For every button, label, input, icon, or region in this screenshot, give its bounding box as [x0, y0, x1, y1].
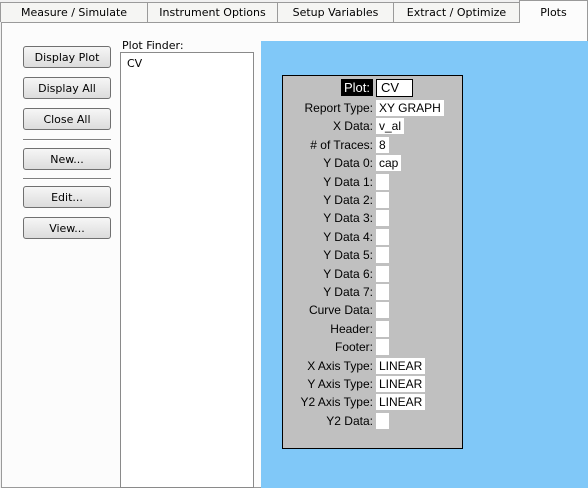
plot-name-label: Plot: — [340, 79, 373, 96]
parameter-value-field[interactable]: LINEAR — [376, 357, 426, 374]
parameter-value-field[interactable]: cap — [376, 155, 402, 172]
parameter-value-field[interactable] — [376, 210, 389, 227]
parameter-value-field[interactable]: v_al — [376, 118, 405, 135]
parameter-row: Y Data 5: — [283, 246, 464, 264]
parameter-value-field[interactable] — [376, 320, 389, 337]
parameter-row: Y Data 6: — [283, 265, 464, 283]
parameter-row: Curve Data: — [283, 301, 464, 319]
parameter-row: Y Data 0: cap — [283, 154, 464, 172]
parameter-value-field[interactable]: XY GRAPH — [376, 100, 444, 116]
parameter-label: Y2 Axis Type: — [300, 395, 374, 410]
tab-bar: Measure / Simulate Instrument Options Se… — [0, 0, 588, 23]
tab-setup-variables[interactable]: Setup Variables — [277, 2, 394, 22]
parameter-row: Y Data 1: — [283, 173, 464, 191]
parameter-row: Header: — [283, 320, 464, 338]
parameter-label: Y Data 1: — [323, 174, 373, 189]
new-plot-button[interactable]: New... — [23, 148, 111, 170]
close-all-button[interactable]: Close All — [23, 108, 111, 130]
parameter-row: Y2 Axis Type: LINEAR — [283, 393, 464, 411]
parameter-label: Y Data 5: — [323, 248, 373, 263]
parameter-value-field[interactable]: LINEAR — [376, 394, 426, 411]
parameter-label: X Data: — [332, 119, 373, 134]
plot-finder-label: Plot Finder: — [122, 39, 184, 52]
parameter-row: Footer: — [283, 338, 464, 356]
parameter-label: Y Data 4: — [323, 229, 373, 244]
parameter-label: Y Axis Type: — [307, 377, 373, 391]
parameter-label: Y Data 7: — [323, 285, 373, 299]
parameter-label: Header: — [330, 321, 373, 336]
parameter-value-field[interactable] — [376, 228, 389, 245]
button-separator — [23, 178, 111, 180]
parameter-value-field[interactable]: 8 — [376, 136, 389, 153]
display-plot-button[interactable]: Display Plot — [23, 46, 111, 68]
parameter-row: X Data: v_al — [283, 117, 464, 135]
view-plot-button[interactable]: View... — [23, 217, 111, 239]
display-all-button[interactable]: Display All — [23, 77, 111, 99]
parameter-label: Y Data 0: — [323, 156, 373, 171]
parameter-row: Y2 Data: — [283, 412, 464, 430]
plot-finder-item[interactable]: CV — [127, 57, 142, 70]
parameter-label: Report Type: — [304, 101, 373, 115]
parameter-label: Y Data 2: — [323, 193, 373, 207]
parameter-value-field[interactable] — [376, 265, 389, 282]
parameter-row: # of Traces: 8 — [283, 136, 464, 154]
tab-plots[interactable]: Plots — [519, 0, 588, 23]
parameter-row: Report Type: XY GRAPH — [283, 99, 464, 117]
parameter-row: Y Data 2: — [283, 191, 464, 209]
parameter-value-field[interactable] — [376, 284, 389, 300]
parameter-value-field[interactable] — [376, 173, 389, 190]
parameter-value-field[interactable] — [376, 339, 389, 356]
parameter-value-field[interactable] — [376, 412, 389, 429]
parameter-label: Y2 Data: — [326, 413, 373, 428]
parameter-value-field[interactable] — [376, 302, 389, 319]
tab-extract-optimize[interactable]: Extract / Optimize — [393, 2, 520, 22]
plot-name-field[interactable]: CV — [376, 79, 413, 97]
button-separator — [23, 139, 111, 141]
parameter-label: Y Data 3: — [323, 211, 373, 226]
parameter-label: # of Traces: — [310, 137, 373, 152]
parameter-row: X Axis Type: LINEAR — [283, 357, 464, 375]
tab-measure-simulate[interactable]: Measure / Simulate — [0, 2, 148, 22]
tab-instrument-options[interactable]: Instrument Options — [147, 2, 278, 22]
parameter-row: Y Data 4: — [283, 228, 464, 246]
parameter-row: Y Data 3: — [283, 209, 464, 227]
parameter-label: Footer: — [334, 340, 373, 355]
plot-name-row: Plot: CV — [283, 76, 464, 97]
parameter-row: Y Data 7: — [283, 283, 464, 301]
parameter-value-field[interactable]: LINEAR — [376, 376, 426, 392]
parameter-value-field[interactable] — [376, 247, 389, 264]
plot-parameter-table: Plot: CV Report Type: XY GRAPH X Data: v_al… — [282, 75, 463, 449]
parameter-label: Curve Data: — [308, 303, 373, 318]
parameter-label: X Axis Type: — [307, 358, 373, 373]
edit-plot-button[interactable]: Edit... — [23, 186, 111, 208]
parameter-value-field[interactable] — [376, 192, 389, 208]
parameter-row: Y Axis Type: LINEAR — [283, 375, 464, 393]
plot-finder-list[interactable]: CV — [120, 52, 254, 488]
parameter-label: Y Data 6: — [323, 266, 373, 281]
